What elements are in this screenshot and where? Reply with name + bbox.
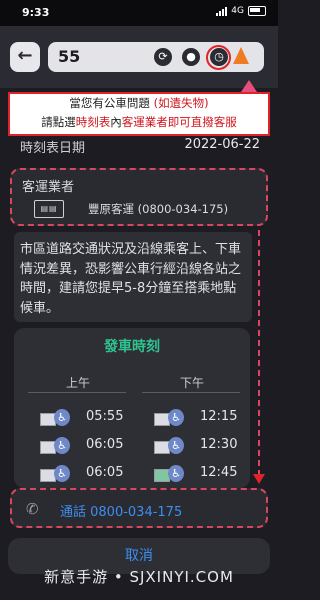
back-button[interactable]: ← — [10, 42, 40, 72]
accessible-bus-icon: ♿ — [154, 437, 186, 455]
morning-divider — [28, 392, 126, 393]
search-field[interactable]: 55 ⟳ ● ◷ — [48, 42, 264, 72]
operator-logo-icon: ▤▤ — [34, 200, 64, 218]
trip-row[interactable]: ♿ 12:15 — [154, 408, 258, 430]
watermark: 新意手游 • SJXINYI.COM — [44, 568, 234, 586]
annotation-dashed-line — [258, 230, 260, 476]
schedule-title: 發車時刻 — [104, 339, 160, 355]
accessible-bus-icon: ♿ — [154, 409, 186, 427]
morning-label: 上午 — [65, 376, 90, 390]
operator-name[interactable]: 豐原客運 (0800-034-175) — [88, 201, 228, 217]
location-pin-icon[interactable]: ● — [182, 48, 200, 66]
timetable-date-row: 時刻表日期 2022-06-22 — [14, 137, 266, 157]
timetable-date-value: 2022-06-22 — [184, 137, 260, 152]
trip-row[interactable]: ♿ 06:05 — [40, 464, 144, 486]
status-bar: 9:33 4G — [0, 0, 278, 26]
warning-icon[interactable] — [233, 47, 249, 64]
timetable-date-label: 時刻表日期 — [20, 141, 86, 156]
notice-text: 市區道路交通狀況及沿線乘客上、下車情況差異，恐影響公車行經沿線各站之時間，建請您… — [14, 232, 252, 322]
accessible-bus-icon: ♿ — [40, 437, 72, 455]
search-query: 55 — [58, 47, 81, 66]
clock-icon[interactable]: ◷ — [210, 48, 228, 66]
refresh-icon[interactable]: ⟳ — [154, 48, 172, 66]
operator-box[interactable]: 客運業者 ▤▤ 豐原客運 (0800-034-175) — [10, 168, 268, 226]
trip-row[interactable]: ♿ 12:45 — [154, 464, 258, 486]
accessible-bus-icon: ♿ — [40, 409, 72, 427]
call-operator-button[interactable]: ✆ 通話 0800-034-175 — [10, 488, 268, 528]
call-button-label: 通話 0800-034-175 — [60, 505, 183, 520]
accessible-bus-icon: ♿ — [40, 465, 72, 483]
signal-icon — [216, 6, 228, 16]
departure-schedule: 發車時刻 上午 下午 ♿ 05:55 ♿ 06:05 ♿ 06:05 ♿ 12:… — [14, 328, 250, 488]
phone-icon: ✆ — [26, 500, 39, 518]
battery-icon — [248, 6, 266, 16]
accessible-bus-icon: ♿ — [154, 465, 186, 483]
network-label: 4G — [231, 6, 244, 16]
operator-title: 客運業者 — [22, 180, 75, 195]
trip-row[interactable]: ♿ 06:05 — [40, 436, 144, 458]
status-time: 9:33 — [22, 6, 50, 19]
instruction-callout: 當您有公車問題 (如遺失物) 請點選時刻表內客運業者即可直撥客服 — [8, 92, 270, 136]
afternoon-label: 下午 — [179, 376, 204, 390]
trip-row[interactable]: ♿ 12:30 — [154, 436, 258, 458]
top-bar: ← 55 ⟳ ● ◷ — [0, 26, 278, 88]
callout-arrow — [241, 80, 257, 92]
trip-row[interactable]: ♿ 05:55 — [40, 408, 144, 430]
annotation-arrow — [253, 474, 265, 484]
afternoon-divider — [142, 392, 240, 393]
